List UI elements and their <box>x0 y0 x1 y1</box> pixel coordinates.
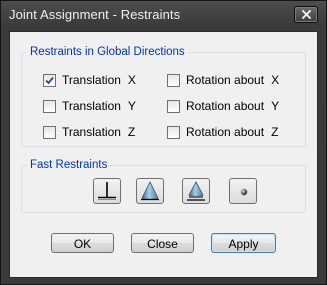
checkbox-label: Translation <box>62 99 121 113</box>
axis-label: Y <box>127 99 136 113</box>
axis-label: Z <box>271 125 279 139</box>
checkbox-label: Translation <box>62 73 121 87</box>
fast-restraints-title: Fast Restraints <box>27 158 111 172</box>
rotation-x-checkbox[interactable]: Rotation about X <box>167 73 279 87</box>
checkbox-label: Rotation about <box>186 99 265 113</box>
roller-support-icon <box>187 181 205 201</box>
title-bar[interactable]: Joint Assignment - Restraints <box>1 1 326 31</box>
pinned-support-icon <box>141 181 159 201</box>
dialog-client-area: Restraints in Global Directions Translat… <box>9 31 318 278</box>
free-joint-button[interactable] <box>229 178 257 204</box>
checkbox-box[interactable] <box>167 125 180 139</box>
free-joint-icon <box>240 188 248 196</box>
checkbox-box[interactable] <box>167 73 180 87</box>
axis-label: Y <box>271 99 280 113</box>
ok-button[interactable]: OK <box>51 233 114 253</box>
checkbox-label: Rotation about <box>186 125 265 139</box>
rotation-y-checkbox[interactable]: Rotation about Y <box>167 99 279 113</box>
dialog-window: Joint Assignment - Restraints Restraints… <box>0 0 327 285</box>
translation-x-checkbox[interactable]: Translation X <box>43 73 136 87</box>
checkbox-box[interactable] <box>43 73 56 87</box>
checkbox-box[interactable] <box>167 99 180 113</box>
rotation-z-checkbox[interactable]: Rotation about Z <box>167 125 278 139</box>
fast-restraints-group: Fast Restraints <box>21 158 306 213</box>
checkbox-box[interactable] <box>43 125 56 139</box>
fixed-support-button[interactable] <box>93 178 121 204</box>
checkbox-label: Rotation about <box>186 73 265 87</box>
axis-label: X <box>127 73 136 87</box>
axis-label: X <box>271 73 280 87</box>
pinned-support-button[interactable] <box>136 178 164 204</box>
roller-support-button[interactable] <box>182 178 210 204</box>
close-button[interactable]: Close <box>131 233 194 253</box>
checkbox-label: Translation <box>62 125 121 139</box>
close-icon <box>302 10 311 19</box>
checkbox-box[interactable] <box>43 99 56 113</box>
axis-label: Z <box>127 125 136 139</box>
check-icon <box>45 76 54 84</box>
window-title: Joint Assignment - Restraints <box>9 7 181 22</box>
translation-z-checkbox[interactable]: Translation Z <box>43 125 135 139</box>
fixed-support-icon <box>98 182 116 200</box>
global-restraints-group: Restraints in Global Directions Translat… <box>21 45 306 147</box>
window-close-button[interactable] <box>294 6 318 23</box>
global-restraints-title: Restraints in Global Directions <box>27 45 188 59</box>
apply-button[interactable]: Apply <box>211 233 276 253</box>
translation-y-checkbox[interactable]: Translation Y <box>43 99 136 113</box>
